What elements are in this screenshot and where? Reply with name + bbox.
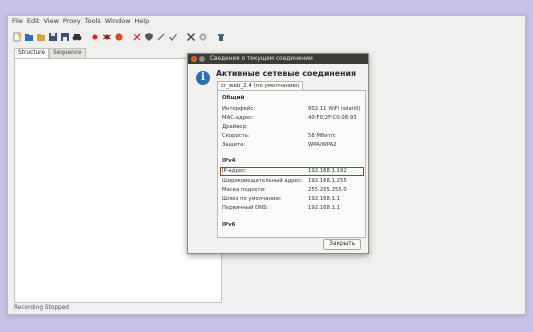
detail-value: 192.168.1.1 [308, 196, 341, 202]
detail-row: Защита: WPA/WPA2 [222, 141, 363, 150]
detail-label: Интерфейс: [222, 106, 256, 112]
detail-row: MAC-адрес: 40:F0:2F:C0:08:93 [222, 114, 363, 123]
dialog-titlebar: ✕ Сведения о текущем соединении [188, 54, 368, 64]
detail-label: MAC-адрес: [222, 115, 254, 121]
save-icon[interactable] [47, 31, 58, 42]
menu-tools[interactable]: Tools [85, 16, 101, 27]
menu-window[interactable]: Window [105, 16, 131, 27]
detail-label: Шлюз по умолчанию: [222, 196, 282, 202]
bug-icon[interactable] [101, 31, 112, 42]
menubar: File Edit View Proxy Tools Window Help [8, 16, 525, 27]
menu-help[interactable]: Help [134, 16, 149, 27]
detail-value: 192.168.1.1 [308, 205, 341, 211]
close-button[interactable]: Закрыть [323, 239, 361, 250]
detail-label: IP-адрес: [222, 168, 247, 174]
menu-proxy[interactable]: Proxy [63, 16, 81, 27]
menu-file[interactable]: File [12, 16, 23, 27]
connection-info-dialog: ✕ Сведения о текущем соединении i Активн… [187, 53, 369, 254]
new-icon[interactable] [11, 31, 22, 42]
minimize-window-icon[interactable] [199, 56, 205, 62]
detail-value: 40:F0:2F:C0:08:93 [308, 115, 357, 121]
detail-value: 192.168.1.255 [308, 178, 347, 184]
detail-row: Шлюз по умолчанию: 192.168.1.1 [222, 195, 363, 204]
section-general: Общий [222, 95, 245, 101]
detail-row: Интерфейс: 802.11 WiFi (wlan0) [222, 105, 363, 114]
dialog-title: Сведения о текущем соединении [210, 56, 313, 62]
check-icon[interactable] [167, 31, 178, 42]
detail-value: 802.11 WiFi (wlan0) [308, 106, 361, 112]
open-icon[interactable] [23, 31, 34, 42]
save-as-icon[interactable] [59, 31, 70, 42]
stop-icon[interactable] [113, 31, 124, 42]
section-ipv6: IPv6 [222, 222, 236, 228]
detail-label: Скорость: [222, 133, 250, 139]
detail-value: 255.255.255.0 [308, 187, 347, 193]
detail-label: Защита: [222, 142, 246, 148]
detail-label: Первичный DNS: [222, 205, 269, 211]
panel-tabs: Structure Sequence [14, 48, 86, 58]
folder-icon[interactable] [35, 31, 46, 42]
detail-row: Маска подсети: 255.255.255.0 [222, 186, 363, 195]
tab-structure[interactable]: Structure [14, 48, 49, 58]
dialog-heading: Активные сетевые соединения [216, 69, 356, 78]
detail-value: 192.168.1.192 [308, 168, 347, 174]
detail-row: Первичный DNS: 192.168.1.1 [222, 204, 363, 213]
gear-icon[interactable] [197, 31, 208, 42]
connection-details: Общий Интерфейс: 802.11 WiFi (wlan0) MAC… [217, 90, 366, 238]
detail-label: Широковещательный адрес: [222, 178, 303, 184]
shield-icon[interactable] [143, 31, 154, 42]
detail-row: Драйвер: [222, 123, 363, 132]
tools-icon[interactable] [185, 31, 196, 42]
toolbar [8, 28, 525, 45]
close-window-icon[interactable]: ✕ [191, 56, 197, 62]
detail-value: 58 Мбит/с [308, 133, 336, 139]
detail-row: Скорость: 58 Мбит/с [222, 132, 363, 141]
info-icon: i [196, 71, 210, 85]
detail-value: WPA/WPA2 [308, 142, 337, 148]
tab-connection[interactable]: cr_web_2.4 (по умолчанию) [217, 81, 304, 90]
ip-address-row: IP-адрес: 192.168.1.192 [220, 167, 364, 176]
binoculars-icon[interactable] [71, 31, 82, 42]
section-ipv4: IPv4 [222, 158, 236, 164]
tab-sequence[interactable]: Sequence [48, 48, 86, 58]
detail-row: Широковещательный адрес: 192.168.1.255 [222, 177, 363, 186]
detail-label: Маска подсети: [222, 187, 266, 193]
menu-edit[interactable]: Edit [27, 16, 40, 27]
broom-icon[interactable] [215, 31, 226, 42]
detail-label: Драйвер: [222, 124, 248, 130]
slash-icon[interactable] [155, 31, 166, 42]
menu-view[interactable]: View [43, 16, 58, 27]
status-text: Recording Stopped [14, 305, 69, 311]
record-icon[interactable] [89, 31, 100, 42]
pen-icon[interactable] [131, 31, 142, 42]
